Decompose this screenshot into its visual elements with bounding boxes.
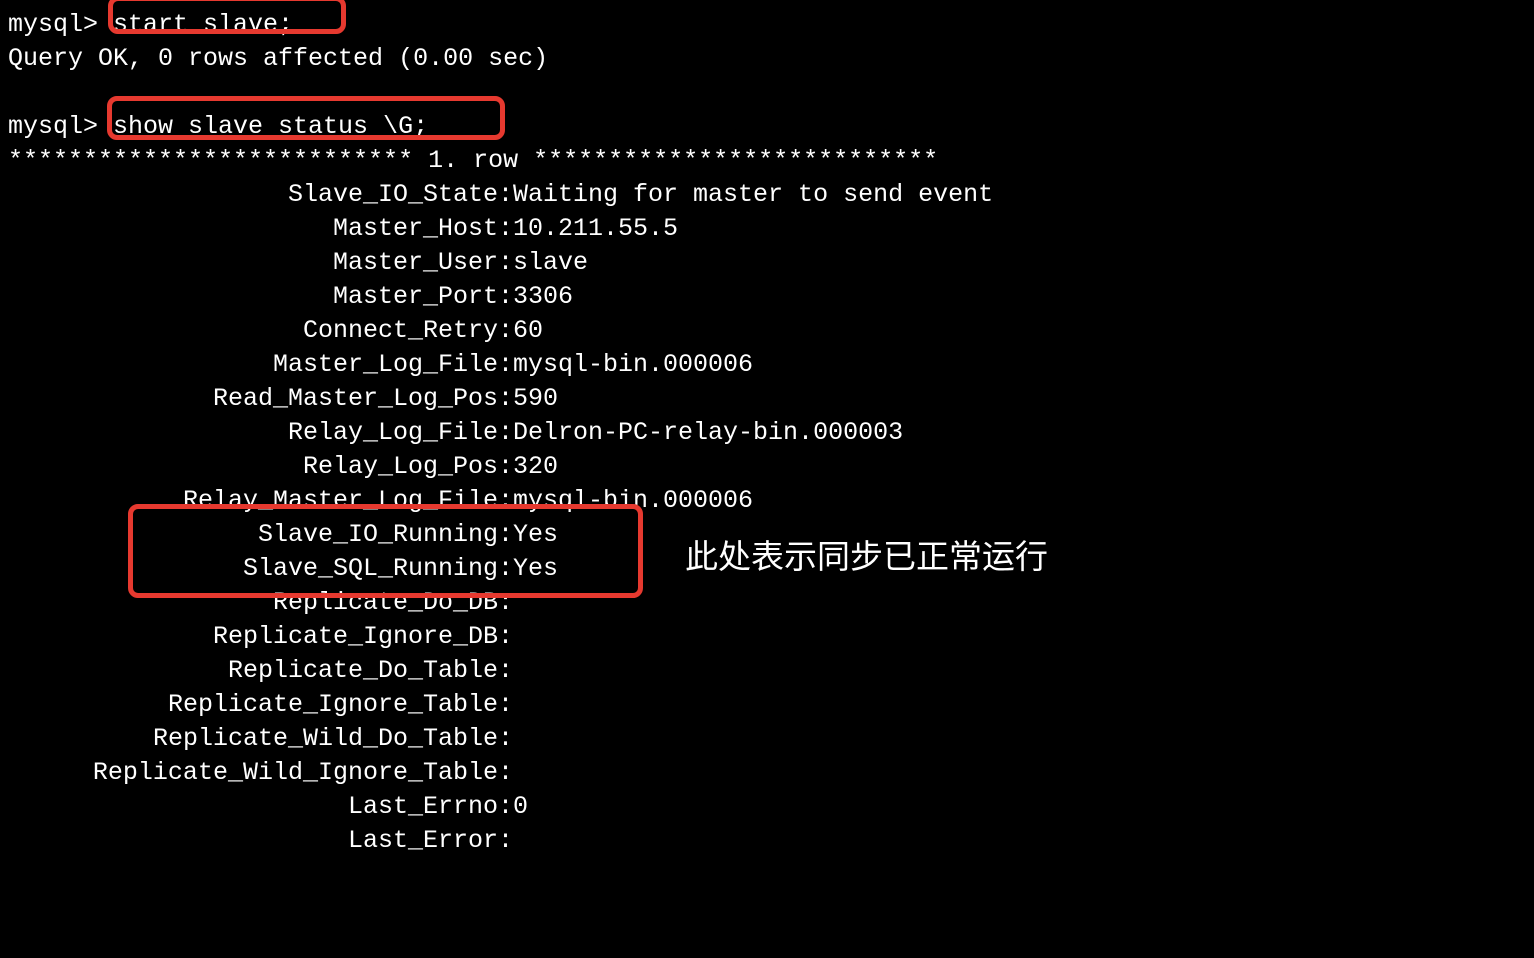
status-label: Master_Port [8,280,498,314]
status-value: slave [513,246,588,280]
status-row: Relay_Log_Pos: 320 [8,450,1534,484]
query-result: Query OK, 0 rows affected (0.00 sec) [8,42,1534,76]
status-row: Master_Port: 3306 [8,280,1534,314]
status-value: mysql-bin.000006 [513,348,753,382]
status-row: Slave_IO_Running: Yes [8,518,1534,552]
status-row: Master_User: slave [8,246,1534,280]
status-label: Master_Log_File [8,348,498,382]
separator: : [498,688,513,722]
status-label: Read_Master_Log_Pos [8,382,498,416]
status-value: Waiting for master to send event [513,178,993,212]
separator: : [498,450,513,484]
status-label: Last_Error [8,824,498,858]
status-row: Slave_IO_State: Waiting for master to se… [8,178,1534,212]
status-label: Replicate_Do_DB [8,586,498,620]
status-value: 320 [513,450,558,484]
status-label: Replicate_Ignore_DB [8,620,498,654]
status-row: Replicate_Do_Table: [8,654,1534,688]
status-value: 590 [513,382,558,416]
status-label: Slave_IO_State [8,178,498,212]
separator: : [498,586,513,620]
status-row: Last_Errno: 0 [8,790,1534,824]
separator: : [498,722,513,756]
status-label: Replicate_Wild_Do_Table [8,722,498,756]
separator: : [498,348,513,382]
status-value: Yes [513,552,558,586]
status-row: Replicate_Do_DB: [8,586,1534,620]
separator: : [498,382,513,416]
status-row: Relay_Master_Log_File: mysql-bin.000006 [8,484,1534,518]
status-label: Relay_Log_Pos [8,450,498,484]
separator: : [498,280,513,314]
status-list: Slave_IO_State: Waiting for master to se… [8,178,1534,858]
separator: : [498,246,513,280]
terminal-output: mysql> start slave; Query OK, 0 rows aff… [8,8,1534,858]
separator: : [498,620,513,654]
prompt: mysql> [8,10,98,39]
row-header: *************************** 1. row *****… [8,144,1534,178]
status-value: mysql-bin.000006 [513,484,753,518]
separator: : [498,518,513,552]
status-value: 60 [513,314,543,348]
status-value: 3306 [513,280,573,314]
status-label: Master_User [8,246,498,280]
status-row: Replicate_Ignore_Table: [8,688,1534,722]
command-line-2[interactable]: mysql> show slave status \G; [8,110,1534,144]
separator: : [498,416,513,450]
prompt: mysql> [8,112,98,141]
separator: : [498,178,513,212]
status-label: Replicate_Do_Table [8,654,498,688]
status-label: Master_Host [8,212,498,246]
status-label: Last_Errno [8,790,498,824]
separator: : [498,212,513,246]
status-row: Read_Master_Log_Pos: 590 [8,382,1534,416]
status-label: Connect_Retry [8,314,498,348]
command-text: start slave; [98,10,293,39]
separator: : [498,484,513,518]
status-label: Slave_IO_Running [8,518,498,552]
status-value: Yes [513,518,558,552]
blank-line [8,76,1534,110]
status-value: Delron-PC-relay-bin.000003 [513,416,903,450]
status-label: Replicate_Ignore_Table [8,688,498,722]
status-row: Replicate_Ignore_DB: [8,620,1534,654]
status-row: Relay_Log_File: Delron-PC-relay-bin.0000… [8,416,1534,450]
status-row: Replicate_Wild_Ignore_Table: [8,756,1534,790]
separator: : [498,824,513,858]
status-value: 0 [513,790,528,824]
command-text: show slave status \G; [98,112,428,141]
separator: : [498,314,513,348]
status-label: Relay_Master_Log_File [8,484,498,518]
separator: : [498,654,513,688]
separator: : [498,756,513,790]
status-value: 10.211.55.5 [513,212,678,246]
status-row: Replicate_Wild_Do_Table: [8,722,1534,756]
status-row: Master_Host: 10.211.55.5 [8,212,1534,246]
status-row: Connect_Retry: 60 [8,314,1534,348]
command-line-1[interactable]: mysql> start slave; [8,8,1534,42]
separator: : [498,552,513,586]
status-label: Relay_Log_File [8,416,498,450]
status-label: Replicate_Wild_Ignore_Table [8,756,498,790]
status-row: Master_Log_File: mysql-bin.000006 [8,348,1534,382]
status-row: Last_Error: [8,824,1534,858]
status-label: Slave_SQL_Running [8,552,498,586]
status-row: Slave_SQL_Running: Yes [8,552,1534,586]
separator: : [498,790,513,824]
